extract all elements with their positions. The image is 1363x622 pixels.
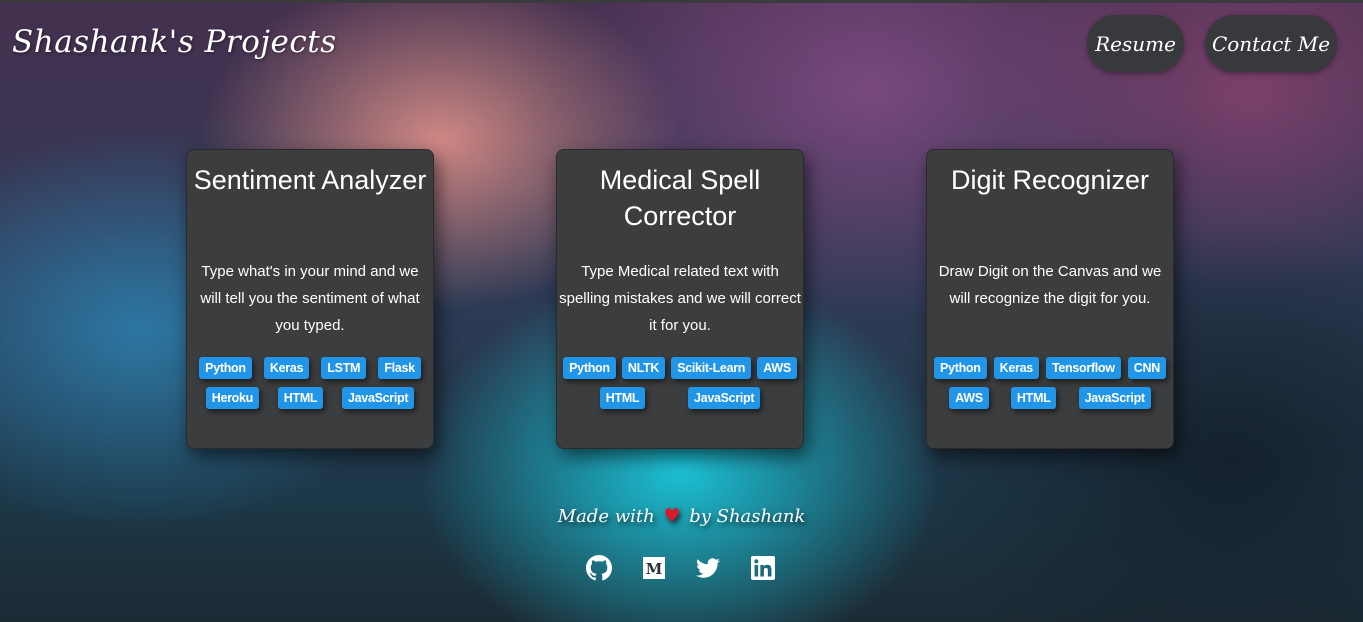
tech-tag: AWS (949, 387, 989, 409)
tech-tag: NLTK (621, 357, 666, 379)
tech-tag: Heroku (205, 387, 260, 409)
tech-tag: Python (934, 357, 987, 379)
tech-tags: Python Keras Tensorflow CNN AWS HTML Jav… (927, 353, 1173, 413)
footer-made-with: Made with (557, 506, 655, 527)
tech-tag: JavaScript (688, 387, 761, 409)
project-title: Medical Spell Corrector (599, 165, 761, 231)
tech-tag: Scikit-Learn (671, 357, 752, 379)
contact-me-button[interactable]: Contact Me (1205, 15, 1337, 72)
svg-text:M: M (646, 560, 663, 578)
tech-tags: Python Keras LSTM Flask Heroku HTML Java… (187, 353, 433, 413)
heart-icon: ♥ (663, 505, 681, 527)
project-card-sentiment-analyzer[interactable]: Sentiment Analyzer Type what's in your m… (186, 149, 434, 449)
project-description: Type Medical related text with spelling … (559, 263, 801, 334)
tech-tags: Python NLTK Scikit-Learn AWS HTML JavaSc… (557, 353, 803, 413)
tech-tag: Python (199, 357, 252, 379)
tech-tag: JavaScript (342, 387, 415, 409)
project-title: Sentiment Analyzer (193, 165, 427, 195)
linkedin-icon[interactable] (750, 555, 776, 581)
tech-tag: Flask (378, 357, 421, 379)
project-description: Type what's in your mind and we will tel… (200, 263, 420, 334)
tech-tag: Tensorflow (1045, 357, 1121, 379)
medium-icon[interactable]: M (641, 555, 667, 581)
project-card-digit-recognizer[interactable]: Digit Recognizer Draw Digit on the Canva… (926, 149, 1174, 449)
tech-tag: HTML (277, 387, 324, 409)
tech-tag: Keras (263, 357, 310, 379)
tech-tag: HTML (1010, 387, 1057, 409)
site-brand[interactable]: Shashank's Projects (12, 24, 337, 60)
tech-tag: JavaScript (1078, 387, 1151, 409)
tech-tag: CNN (1127, 357, 1166, 379)
github-icon[interactable] (586, 555, 612, 581)
footer-by: by Shashank (689, 506, 806, 527)
footer-credit: Made with ♥ by Shashank (0, 505, 1363, 527)
project-description: Draw Digit on the Canvas and we will rec… (938, 263, 1162, 307)
tech-tag: AWS (757, 357, 797, 379)
project-card-medical-spell-corrector[interactable]: Medical Spell Corrector Type Medical rel… (556, 149, 804, 449)
tech-tag: HTML (599, 387, 646, 409)
top-border (0, 0, 1363, 3)
tech-tag: Python (563, 357, 616, 379)
tech-tag: LSTM (321, 357, 367, 379)
resume-button[interactable]: Resume (1087, 15, 1184, 72)
project-title: Digit Recognizer (950, 165, 1150, 195)
tech-tag: Keras (993, 357, 1039, 379)
twitter-icon[interactable] (695, 555, 721, 581)
